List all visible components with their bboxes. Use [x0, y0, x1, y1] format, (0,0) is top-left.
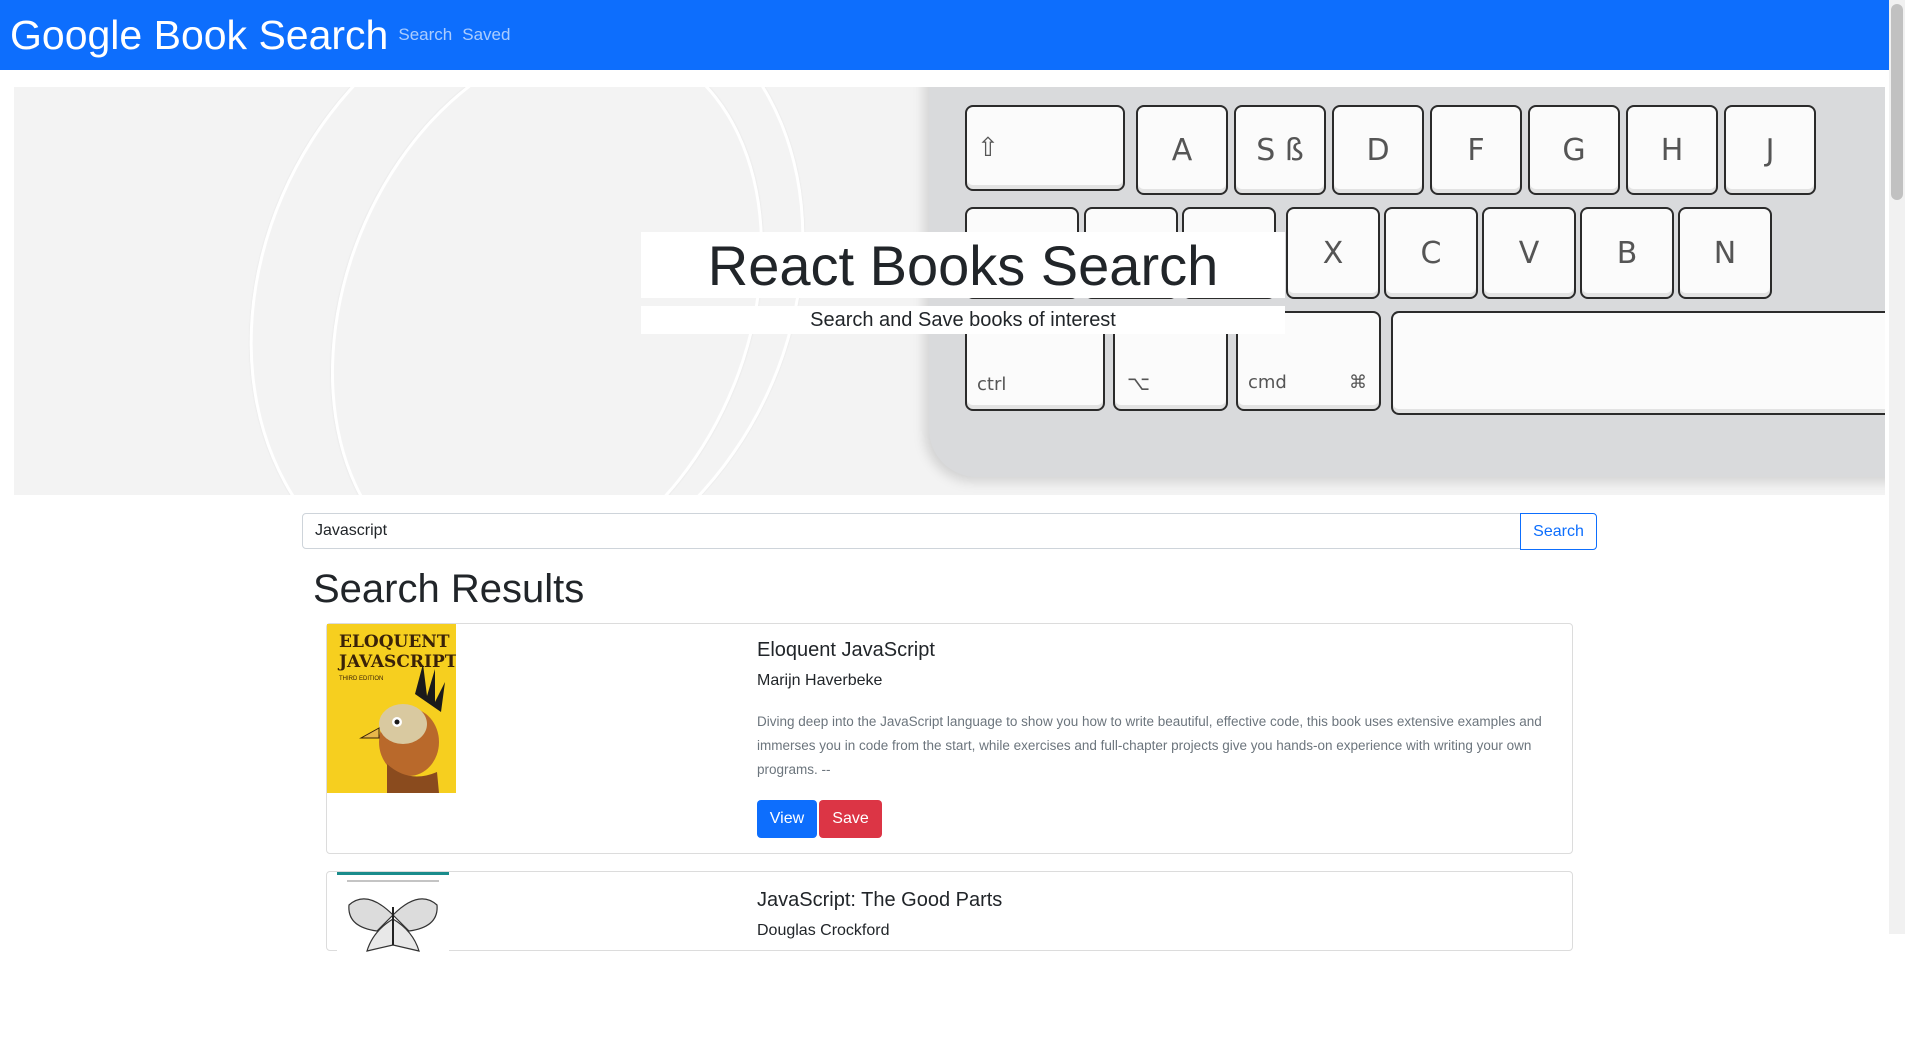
key-label: S ß	[1256, 132, 1304, 168]
key-s: S ß	[1234, 105, 1326, 195]
key-label: B	[1616, 235, 1638, 271]
key-n: N	[1678, 207, 1772, 299]
search-button[interactable]: Search	[1520, 513, 1597, 550]
key-a: A	[1136, 105, 1228, 195]
key-b: B	[1580, 207, 1674, 299]
book-author: Douglas Crockford	[757, 922, 890, 939]
key-label: X	[1322, 235, 1344, 271]
command-icon: ⌘	[1349, 372, 1367, 393]
key-f: F	[1430, 105, 1522, 195]
book-description: Diving deep into the JavaScript language…	[757, 714, 1542, 777]
key-label: V	[1518, 235, 1540, 271]
key-label: A	[1171, 132, 1193, 168]
hero-subtitle: Search and Save books of interest	[810, 308, 1116, 331]
scrollbar-thumb[interactable]	[1891, 4, 1903, 200]
book-cover-image	[337, 872, 449, 1044]
butterfly-illustration-icon	[347, 880, 439, 952]
book-title: Eloquent JavaScript	[757, 639, 935, 661]
key-x: X	[1286, 207, 1380, 299]
book-card: ELOQUENT JAVASCRIPT THIRD EDITION Eloque…	[326, 623, 1573, 854]
key-d: D	[1332, 105, 1424, 195]
bird-illustration-icon	[359, 664, 445, 793]
view-button[interactable]: View	[757, 800, 817, 838]
key-label: N	[1713, 235, 1737, 271]
search-input[interactable]	[302, 513, 1521, 549]
book-author: Marijn Haverbeke	[757, 672, 883, 689]
key-label: G	[1562, 132, 1586, 168]
key-label: ctrl	[977, 374, 1007, 395]
nav-link-search[interactable]: Search	[398, 25, 452, 45]
book-cover-image: ELOQUENT JAVASCRIPT THIRD EDITION	[327, 624, 456, 793]
shift-key: ⇧	[965, 105, 1125, 191]
hero-subtitle-box: Search and Save books of interest	[641, 306, 1285, 334]
key-j: J	[1724, 105, 1816, 195]
brand-title[interactable]: Google Book Search	[10, 12, 388, 59]
key-c: C	[1384, 207, 1478, 299]
search-results-heading: Search Results	[313, 567, 585, 611]
key-h: H	[1626, 105, 1718, 195]
book-title: JavaScript: The Good Parts	[757, 889, 1003, 911]
key-label: H	[1660, 132, 1684, 168]
hero-banner: ⇧ A S ß D F G H J X C V B N ctrl ⌥ cmd ⌘…	[14, 87, 1885, 495]
save-button[interactable]: Save	[819, 800, 882, 838]
key-g: G	[1528, 105, 1620, 195]
book-card: JavaScript: The Good Parts Douglas Crock…	[326, 871, 1573, 1044]
key-label: C	[1420, 235, 1442, 271]
key-label: D	[1366, 132, 1390, 168]
key-label: F	[1467, 132, 1485, 168]
key-label: J	[1765, 132, 1775, 168]
shift-icon: ⇧	[977, 133, 999, 163]
nav-link-saved[interactable]: Saved	[462, 25, 510, 45]
page-scrollbar[interactable]	[1889, 0, 1905, 934]
alt-icon: ⌥	[1127, 371, 1151, 395]
key-v: V	[1482, 207, 1576, 299]
hero-title-box: React Books Search	[641, 232, 1285, 298]
key-label: cmd	[1248, 372, 1287, 393]
space-key	[1391, 311, 1885, 415]
navbar: Google Book Search Search Saved	[0, 0, 1905, 70]
hero-title: React Books Search	[707, 233, 1219, 297]
